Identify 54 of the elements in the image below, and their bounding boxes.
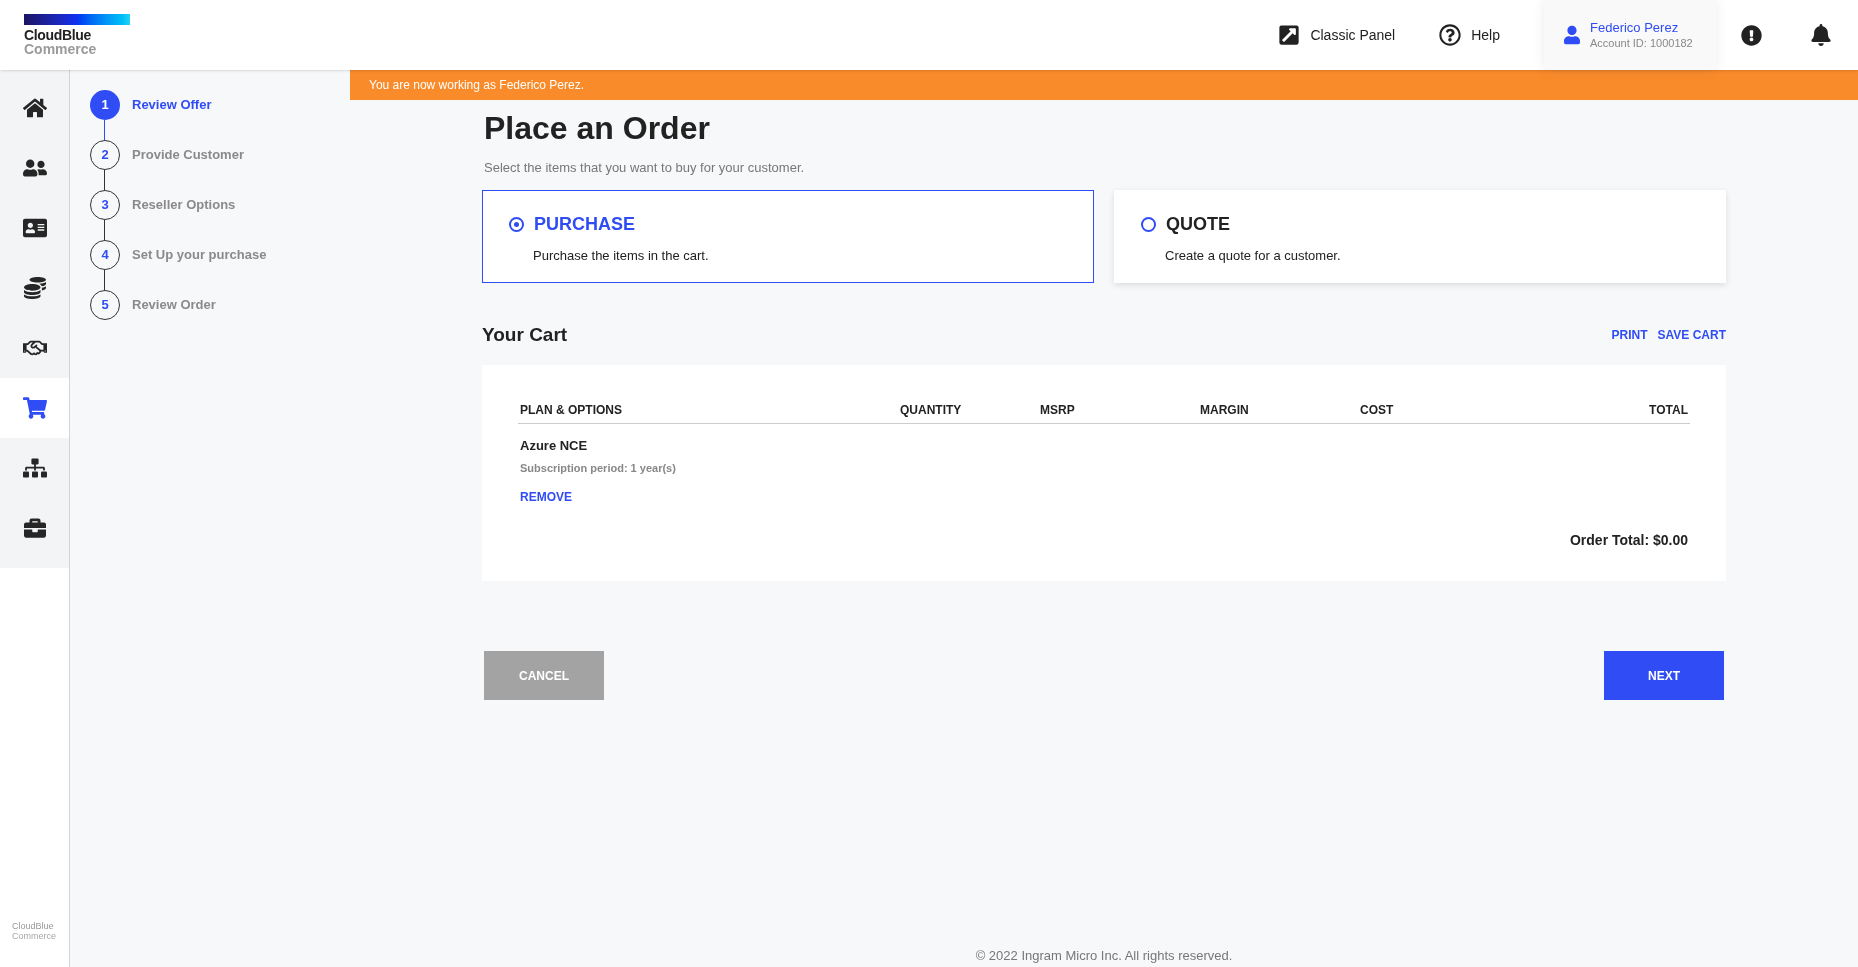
- header-link[interactable]: Help: [1439, 24, 1500, 46]
- home-icon: [22, 97, 47, 119]
- user-name: Federico Perez: [1590, 20, 1680, 36]
- cart-title: Your Cart: [482, 322, 568, 347]
- footer-logo-text: CloudBlue: [12, 921, 55, 931]
- logo-text: Commerce: [24, 42, 98, 56]
- order-type-description: Create a quote for a customer.: [1165, 246, 1342, 265]
- order-type-description: Purchase the items in the cart.: [533, 246, 710, 265]
- order-type-card[interactable]: QUOTE Create a quote for a customer.: [1114, 189, 1726, 283]
- copyright-text: © 2022 Ingram Micro Inc. All rights reserved.: [974, 946, 1234, 965]
- column-header: PLAN & OPTIONS: [520, 402, 623, 419]
- page-title: Place an Order: [484, 109, 711, 148]
- footer-logo-text: Commerce: [12, 931, 57, 941]
- nav-item[interactable]: [0, 378, 69, 438]
- step-label[interactable]: Provide Customer: [132, 145, 244, 165]
- header-link[interactable]: Classic Panel: [1278, 24, 1396, 46]
- next-button[interactable]: NEXT: [1604, 651, 1724, 700]
- logo-text: CloudBlue: [24, 28, 92, 42]
- step-number: 1: [90, 90, 120, 120]
- step-label[interactable]: Review Order: [132, 295, 216, 315]
- column-header: MARGIN: [1200, 402, 1250, 419]
- step-label[interactable]: Set Up your purchase: [132, 245, 267, 265]
- order-total: Order Total: $0.00: [1570, 531, 1688, 550]
- page-subtitle: Select the items that you want to buy for your customer.: [484, 159, 806, 177]
- order-type-card[interactable]: PURCHASE Purchase the items in the cart.: [482, 189, 1094, 283]
- column-header: QUANTITY: [900, 402, 963, 419]
- cart-action-link[interactable]: SAVE CART: [1657, 325, 1726, 344]
- order-type-title: PURCHASE: [534, 212, 635, 236]
- column-header: COST: [1360, 402, 1395, 419]
- radio-button[interactable]: [1141, 216, 1156, 232]
- alert-icon: [1740, 24, 1762, 46]
- user-account[interactable]: Federico Perez Account ID: 1000182: [1544, 0, 1716, 70]
- hierarchy-icon: [22, 457, 47, 479]
- column-header: MSRP: [1040, 402, 1076, 419]
- bell-icon: [1810, 24, 1832, 46]
- plan-name: Azure NCE: [520, 437, 589, 455]
- account-id: Account ID: 1000182: [1590, 36, 1693, 50]
- cart-action-link[interactable]: PRINT: [1611, 325, 1648, 344]
- plan-detail: Subscription period: 1 year(s): [520, 460, 677, 476]
- order-type-title: QUOTE: [1166, 212, 1230, 236]
- briefcase-icon: [22, 517, 47, 539]
- coins-icon: [22, 277, 47, 299]
- external-link-icon: [1278, 24, 1301, 46]
- users-icon: [22, 157, 47, 179]
- cart-icon: [22, 397, 47, 419]
- step-label[interactable]: Reseller Options: [132, 195, 236, 215]
- step-label[interactable]: Review Offer: [132, 95, 212, 115]
- contact-card-icon: [22, 217, 47, 239]
- remove-link[interactable]: REMOVE: [520, 488, 572, 506]
- impersonation-banner: You are now working as Federico Perez.: [350, 70, 1858, 100]
- user-icon: [1564, 25, 1580, 45]
- radio-button[interactable]: [509, 216, 524, 232]
- column-header: TOTAL: [1648, 402, 1688, 419]
- help-icon: [1439, 24, 1462, 46]
